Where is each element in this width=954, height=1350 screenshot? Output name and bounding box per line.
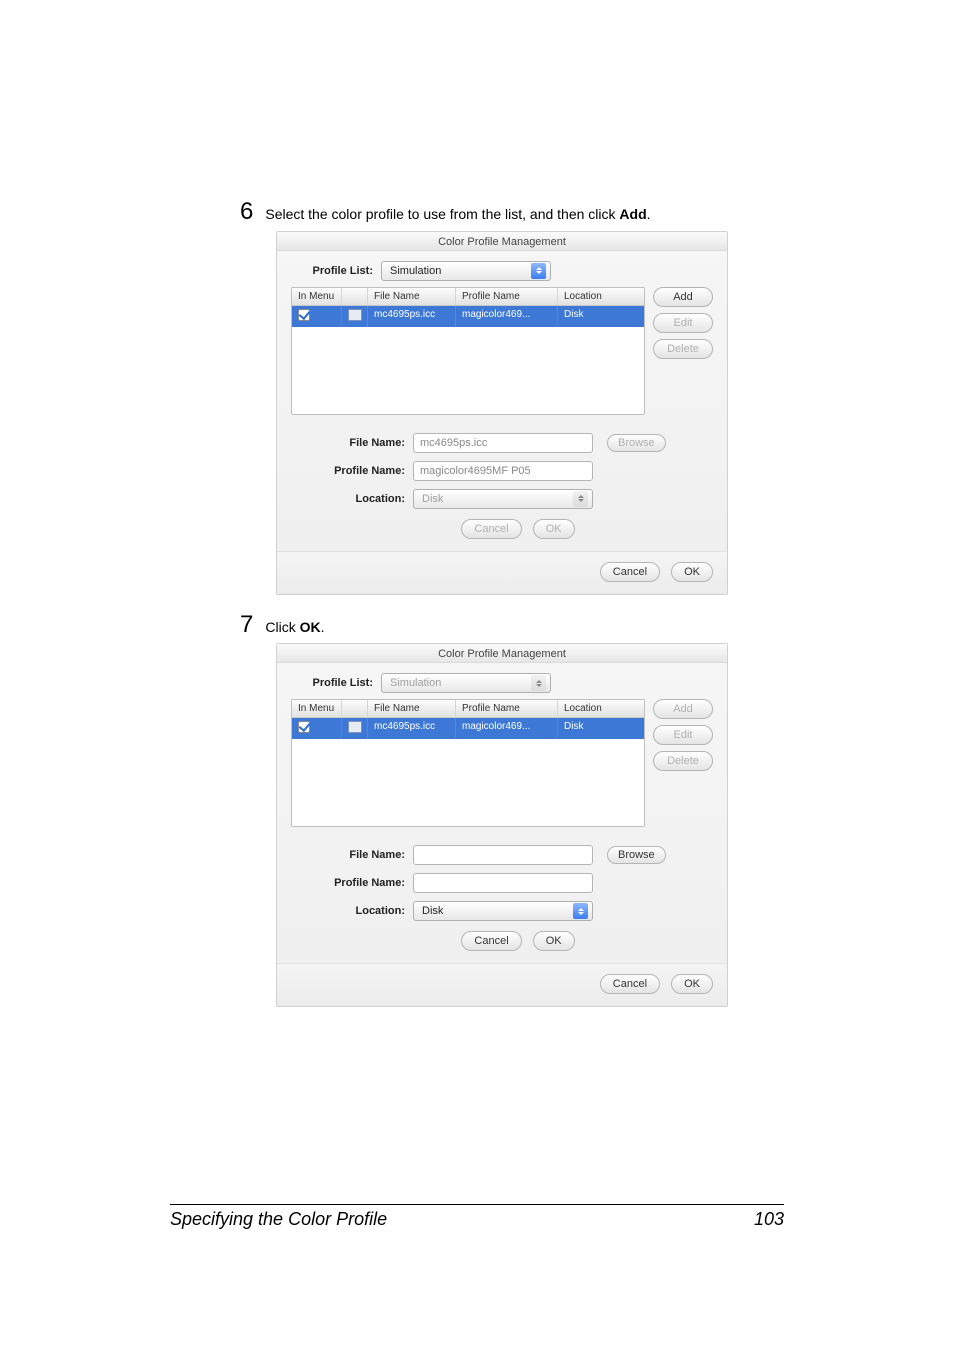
- dialog-title: Color Profile Management: [277, 232, 727, 251]
- file-name-label: File Name:: [323, 437, 413, 449]
- col-profile-name[interactable]: Profile Name: [456, 288, 558, 305]
- in-menu-checkbox[interactable]: [298, 309, 310, 321]
- dialog-title: Color Profile Management: [277, 644, 727, 663]
- chevron-updown-icon: [531, 263, 546, 279]
- col-location[interactable]: Location: [558, 288, 644, 305]
- step6-number: 6: [240, 200, 253, 224]
- ok-button[interactable]: OK: [671, 562, 713, 582]
- col-profile-name[interactable]: Profile Name: [456, 700, 558, 717]
- table-row[interactable]: mc4695ps.icc magicolor469... Disk: [292, 718, 644, 739]
- table-header: In Menu File Name Profile Name Location: [292, 700, 644, 718]
- step7-pre: Click: [265, 619, 299, 635]
- edit-button[interactable]: Edit: [653, 313, 713, 333]
- cell-profile-name: magicolor469...: [456, 306, 558, 327]
- cell-file-name: mc4695ps.icc: [368, 718, 456, 739]
- profile-list-value: Simulation: [390, 265, 441, 277]
- add-button[interactable]: Add: [653, 287, 713, 307]
- browse-button[interactable]: Browse: [607, 434, 666, 452]
- table-header: In Menu File Name Profile Name Location: [292, 288, 644, 306]
- profile-name-label: Profile Name:: [323, 465, 413, 477]
- color-profile-dialog-2: Color Profile Management Profile List: S…: [276, 643, 728, 1007]
- location-select[interactable]: Disk: [413, 489, 593, 509]
- file-name-label: File Name:: [323, 849, 413, 861]
- profile-name-label: Profile Name:: [323, 877, 413, 889]
- step6-bold: Add: [619, 206, 646, 222]
- inner-cancel-button[interactable]: Cancel: [461, 519, 521, 539]
- col-location[interactable]: Location: [558, 700, 644, 717]
- page-footer: Specifying the Color Profile 103: [170, 1204, 784, 1230]
- profile-list-label: Profile List:: [309, 265, 381, 277]
- footer-page-number: 103: [754, 1209, 784, 1230]
- cancel-button[interactable]: Cancel: [600, 562, 660, 582]
- cancel-button[interactable]: Cancel: [600, 974, 660, 994]
- browse-button[interactable]: Browse: [607, 846, 666, 864]
- inner-ok-button[interactable]: OK: [533, 931, 575, 951]
- step7-number: 7: [240, 613, 253, 637]
- delete-button[interactable]: Delete: [653, 751, 713, 771]
- profile-list-value: Simulation: [390, 677, 441, 689]
- location-value: Disk: [422, 905, 443, 917]
- step6-text: Select the color profile to use from the…: [265, 205, 650, 225]
- cell-file-name: mc4695ps.icc: [368, 306, 456, 327]
- profile-list-label: Profile List:: [309, 677, 381, 689]
- profile-name-field[interactable]: magicolor4695MF P05: [413, 461, 593, 481]
- profile-table[interactable]: In Menu File Name Profile Name Location …: [291, 287, 645, 415]
- step7-bold: OK: [300, 619, 321, 635]
- file-name-field[interactable]: [413, 845, 593, 865]
- location-value: Disk: [422, 493, 443, 505]
- profile-list-select[interactable]: Simulation: [381, 673, 551, 693]
- col-source[interactable]: [342, 288, 368, 305]
- chevron-updown-icon: [573, 903, 588, 919]
- col-in-menu[interactable]: In Menu: [292, 288, 342, 305]
- location-label: Location:: [323, 905, 413, 917]
- col-source[interactable]: [342, 700, 368, 717]
- table-row[interactable]: mc4695ps.icc magicolor469... Disk: [292, 306, 644, 327]
- chevron-updown-icon: [531, 675, 546, 691]
- step7-text: Click OK.: [265, 618, 324, 638]
- profile-list-select[interactable]: Simulation: [381, 261, 551, 281]
- chevron-updown-icon: [573, 491, 588, 507]
- inner-cancel-button[interactable]: Cancel: [461, 931, 521, 951]
- location-label: Location:: [323, 493, 413, 505]
- step6-pre: Select the color profile to use from the…: [265, 206, 619, 222]
- step6-post: .: [647, 206, 651, 222]
- add-button[interactable]: Add: [653, 699, 713, 719]
- file-name-field[interactable]: mc4695ps.icc: [413, 433, 593, 453]
- col-file-name[interactable]: File Name: [368, 700, 456, 717]
- col-file-name[interactable]: File Name: [368, 288, 456, 305]
- inner-ok-button[interactable]: OK: [533, 519, 575, 539]
- profile-table[interactable]: In Menu File Name Profile Name Location …: [291, 699, 645, 827]
- footer-title: Specifying the Color Profile: [170, 1209, 387, 1230]
- profile-name-field[interactable]: [413, 873, 593, 893]
- edit-button[interactable]: Edit: [653, 725, 713, 745]
- source-icon: [348, 309, 362, 321]
- cell-location: Disk: [558, 718, 644, 739]
- ok-button[interactable]: OK: [671, 974, 713, 994]
- location-select[interactable]: Disk: [413, 901, 593, 921]
- source-icon: [348, 721, 362, 733]
- step7-post: .: [321, 619, 325, 635]
- cell-location: Disk: [558, 306, 644, 327]
- in-menu-checkbox[interactable]: [298, 721, 310, 733]
- color-profile-dialog-1: Color Profile Management Profile List: S…: [276, 231, 728, 595]
- delete-button[interactable]: Delete: [653, 339, 713, 359]
- cell-profile-name: magicolor469...: [456, 718, 558, 739]
- col-in-menu[interactable]: In Menu: [292, 700, 342, 717]
